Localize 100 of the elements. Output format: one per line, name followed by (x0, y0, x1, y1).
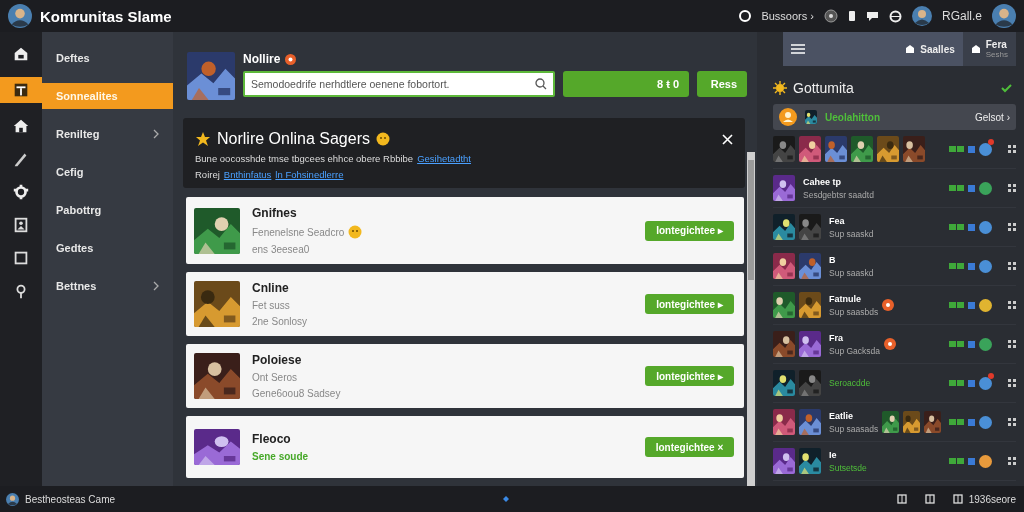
panel-tab[interactable]: Saalles (783, 32, 963, 66)
card-text: Gene6oou8 Sadsey (252, 388, 341, 399)
logo-avatar-icon (8, 4, 32, 28)
more-icon[interactable] (1008, 457, 1016, 465)
search-field[interactable]: Semodoedrife nerhdtlere oenene fobortort. (243, 71, 555, 97)
friend-name[interactable]: Ie (829, 449, 867, 460)
card-text: ens 3eesea0 (252, 244, 310, 255)
signal-icon (949, 263, 964, 269)
device-icon (968, 223, 975, 231)
device-icon (968, 145, 975, 153)
more-icon[interactable] (1008, 301, 1016, 309)
signal-icon (949, 380, 964, 386)
card-text: Fet suss (252, 300, 290, 311)
friend-status: Seroacdde (829, 378, 871, 388)
panel-icon[interactable] (896, 494, 907, 504)
notice-link[interactable]: Gesihetadtht (417, 153, 471, 164)
more-icon[interactable] (1008, 379, 1016, 387)
device-icon (968, 379, 975, 387)
profile-name: Nollire (243, 52, 281, 66)
signal-icon (949, 341, 964, 347)
square-icon (12, 249, 30, 267)
notice-link[interactable]: Bnthinfatus (223, 169, 272, 180)
badge-icon (285, 53, 297, 65)
device-icon (968, 262, 975, 270)
friend-status: Sup saasbds (829, 306, 879, 317)
layout-icon (12, 81, 30, 99)
nav-item[interactable]: Gedtes (42, 235, 173, 261)
card-title: Fleoco (252, 432, 292, 446)
more-icon[interactable] (1008, 223, 1016, 231)
device-icon (968, 340, 975, 348)
notice-title: Norlire Onlina Sagers (217, 130, 370, 148)
user-name[interactable]: RGall.e (942, 9, 982, 23)
signal-icon (949, 146, 964, 152)
phone-icon[interactable] (848, 10, 856, 22)
more-icon[interactable] (1008, 184, 1016, 192)
user-icon (779, 108, 797, 126)
home-icon (12, 117, 30, 135)
signal-icon (949, 185, 964, 191)
friend-status: Sup saaskd (829, 267, 874, 278)
house-icon (970, 44, 981, 54)
smiley-icon (348, 225, 363, 239)
nav-item[interactable]: Renilteg (42, 121, 173, 147)
nav-item[interactable]: Deftes (42, 45, 173, 71)
account-icon[interactable] (739, 10, 752, 22)
signal-icon (949, 302, 964, 308)
user-avatar-icon (912, 6, 932, 26)
card-title: Poloiese (252, 353, 303, 367)
status-title: Bestheosteas Came (25, 493, 116, 505)
friend-status: Sup saaskd (829, 228, 874, 239)
more-icon[interactable] (1008, 418, 1017, 426)
friend-status: Sup saasads (829, 423, 879, 434)
device-icon (968, 301, 975, 309)
menu-icon[interactable] (791, 44, 805, 54)
search-input[interactable]: Semodoedrife nerhdtlere oenene fobortort. (251, 78, 535, 90)
close-icon[interactable] (722, 133, 733, 145)
friend-name[interactable]: Fea (829, 215, 874, 226)
settings-icon[interactable] (824, 9, 838, 23)
friend-name[interactable]: Fra (829, 332, 881, 343)
friend-name[interactable]: B (829, 254, 874, 265)
chat-icon[interactable] (866, 10, 879, 22)
app-title: Komrunitas Slame (40, 7, 172, 25)
more-icon[interactable] (1008, 262, 1016, 270)
device-icon (968, 457, 975, 465)
globe-icon[interactable] (889, 9, 902, 23)
nav-item[interactable]: Bettnes (42, 273, 173, 299)
chevron-icon (153, 129, 159, 139)
nav-item[interactable]: Pabottrg (42, 197, 173, 223)
rail-tab[interactable] (0, 77, 42, 103)
nav-item[interactable]: Cefig (42, 159, 173, 185)
notice-link[interactable]: ln Fohsinedlerre (275, 169, 344, 180)
friend-name[interactable]: Eatlie (829, 410, 879, 421)
friend-name[interactable]: Fatnule (829, 293, 879, 304)
star-icon (195, 131, 211, 147)
user-avatar-icon (6, 492, 19, 506)
chevron-icon (153, 281, 159, 291)
notice-text: Bune oocosshde tmse tbgcees ehhce obere Rbbibe (195, 153, 414, 164)
panel-tab[interactable]: Fera Seshs (962, 32, 1016, 66)
device-icon (968, 418, 976, 426)
card-text: 2ne Sonlosy (252, 316, 308, 327)
status-count: 1936seore (968, 493, 1016, 505)
more-icon[interactable] (1008, 340, 1016, 348)
window-icon[interactable] (924, 494, 935, 504)
search-icon[interactable] (535, 78, 547, 90)
home-icon (12, 45, 30, 63)
card-text: Ont Seros (252, 372, 298, 383)
friend-status: Sutsetsde (829, 462, 867, 473)
friend-status: Sup Gacksda (829, 345, 881, 356)
account-link[interactable]: Bussoors › (761, 10, 814, 22)
profile-avatar-icon (992, 4, 1016, 28)
sun-icon (773, 81, 787, 95)
card-title: Cnline (252, 281, 290, 295)
more-icon[interactable] (1008, 145, 1016, 153)
card-text: Sene soude (252, 451, 309, 462)
friend-search-bar[interactable]: Ueolahitton Gelsot › (773, 104, 1016, 130)
scrollbar[interactable] (747, 152, 755, 486)
friend-name[interactable]: Cahee tp (803, 176, 874, 187)
house-icon (905, 44, 916, 54)
gear-icon (12, 183, 30, 201)
signal-icon (949, 224, 964, 230)
layout-icon[interactable] (952, 494, 963, 504)
